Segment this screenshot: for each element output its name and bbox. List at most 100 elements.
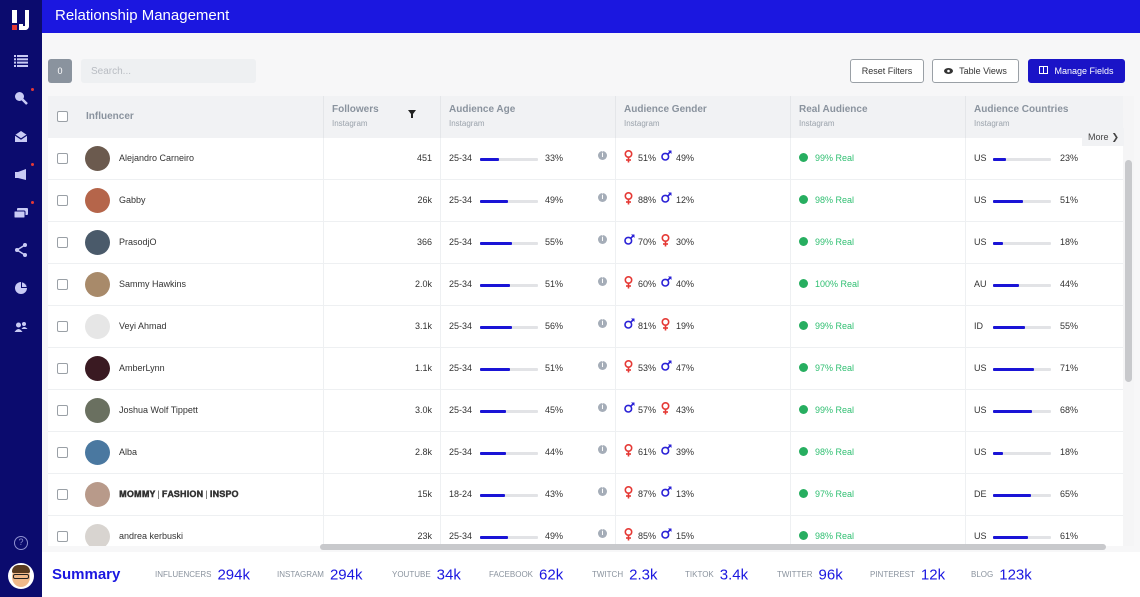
country-code: ID (974, 321, 983, 331)
column-header-real[interactable]: Real Audience Instagram (791, 96, 966, 138)
stat-value: 123k (999, 566, 1032, 584)
cards-icon[interactable] (11, 204, 31, 224)
row-checkbox[interactable] (57, 363, 68, 374)
info-icon[interactable]: i (598, 319, 607, 328)
info-icon[interactable]: i (598, 151, 607, 160)
country-code: US (974, 195, 987, 205)
influencer-avatar[interactable] (85, 146, 110, 171)
row-checkbox[interactable] (57, 153, 68, 164)
influencer-avatar[interactable] (85, 188, 110, 213)
more-columns-button[interactable]: More ❯ (1082, 128, 1124, 146)
row-checkbox[interactable] (57, 237, 68, 248)
megaphone-icon[interactable] (11, 166, 31, 186)
search-nav-icon[interactable] (11, 90, 31, 110)
influencer-name[interactable]: Alejandro Carneiro (119, 153, 194, 163)
horizontal-scrollbar[interactable] (320, 544, 1106, 550)
table-row[interactable]: Joshua Wolf Tippett 3.0k 25-34 45% i 57% 43% 99… (48, 390, 1124, 432)
row-checkbox[interactable] (57, 531, 68, 542)
table-row[interactable]: Alba 2.8k 25-34 44% i 61% 39% 98% Real US 18% (48, 432, 1124, 474)
logo[interactable] (10, 8, 32, 32)
influencer-avatar[interactable] (85, 314, 110, 339)
help-icon[interactable]: ? (14, 536, 28, 550)
influencer-avatar[interactable] (85, 440, 110, 465)
influencer-name[interactable]: Alba (119, 447, 137, 457)
filter-icon[interactable] (408, 110, 416, 120)
column-header-influencer[interactable]: Influencer (78, 96, 324, 138)
country-code: DE (974, 489, 987, 499)
pie-chart-icon[interactable] (11, 280, 31, 300)
manage-fields-label: Manage Fields (1054, 66, 1114, 76)
vertical-scrollbar[interactable] (1125, 160, 1132, 382)
notification-dot (31, 201, 34, 204)
user-avatar[interactable] (8, 563, 34, 589)
table-row[interactable]: Alejandro Carneiro 451 25-34 33% i 51% 49% 99% … (48, 138, 1124, 180)
inbox-icon[interactable] (11, 128, 31, 148)
table-row[interactable]: Gabby 26k 25-34 49% i 88% 12% 98% Real US 51% (48, 180, 1124, 222)
real-audience-cell: 98% Real (791, 516, 966, 546)
influencer-avatar[interactable] (85, 230, 110, 255)
influencer-avatar[interactable] (85, 524, 110, 546)
influencer-name[interactable]: 𝐌𝐎𝐌𝐌𝐘 | 𝐅𝐀𝐒𝐇𝐈𝐎𝐍 | 𝐈𝐍𝐒𝐏𝐎 (119, 489, 239, 500)
influencer-cell: PrasodjO (78, 222, 324, 264)
info-icon[interactable]: i (598, 487, 607, 496)
country-percent: 61% (1060, 531, 1079, 541)
influencer-avatar[interactable] (85, 356, 110, 381)
countries-cell: US 61% (966, 516, 1124, 546)
search-input[interactable] (81, 59, 256, 83)
influencer-cell: 𝐌𝐎𝐌𝐌𝐘 | 𝐅𝐀𝐒𝐇𝐈𝐎𝐍 | 𝐈𝐍𝐒𝐏𝐎 (78, 474, 324, 516)
gender-percent: 51% (638, 153, 657, 163)
table-row[interactable]: 𝐌𝐎𝐌𝐌𝐘 | 𝐅𝐀𝐒𝐇𝐈𝐎𝐍 | 𝐈𝐍𝐒𝐏𝐎 15k 18-24 43% i 87% 13… (48, 474, 1124, 516)
info-icon[interactable]: i (598, 445, 607, 454)
reset-filters-button[interactable]: Reset Filters (850, 59, 924, 83)
table-row[interactable]: Veyi Ahmad 3.1k 25-34 56% i 81% 19% 99% Real ID 5… (48, 306, 1124, 348)
table-row[interactable]: Sammy Hawkins 2.0k 25-34 51% i 60% 40% 100% Rea… (48, 264, 1124, 306)
table-views-button[interactable]: Table Views (932, 59, 1019, 83)
age-percent: 43% (545, 489, 564, 499)
influencer-name[interactable]: Veyi Ahmad (119, 321, 167, 331)
table-row[interactable]: PrasodjO 366 25-34 55% i 70% 30% 99% Real US 18% (48, 222, 1124, 264)
influencer-name[interactable]: PrasodjO (119, 237, 157, 247)
manage-fields-button[interactable]: Manage Fields (1028, 59, 1125, 83)
table-row[interactable]: andrea kerbuski 23k 25-34 49% i 85% 15% 98% Rea… (48, 516, 1124, 546)
reset-filters-label: Reset Filters (861, 66, 913, 76)
followers-value: 1.1k (414, 363, 432, 373)
gender-percent: 40% (676, 279, 695, 289)
influencer-name[interactable]: andrea kerbuski (119, 531, 183, 541)
list-icon[interactable] (11, 52, 31, 72)
table-row[interactable]: AmberLynn 1.1k 25-34 51% i 53% 47% 97% Real US 71… (48, 348, 1124, 390)
row-checkbox[interactable] (57, 489, 68, 500)
age-cell: 25-34 55% i (441, 222, 616, 264)
share-icon[interactable] (11, 242, 31, 262)
row-checkbox[interactable] (57, 195, 68, 206)
influencer-avatar[interactable] (85, 482, 110, 507)
column-header-age[interactable]: Audience Age Instagram (441, 96, 616, 138)
info-icon[interactable]: i (598, 193, 607, 202)
female-icon (661, 233, 670, 250)
real-status-dot (799, 195, 808, 204)
users-icon[interactable] (11, 318, 31, 338)
row-checkbox[interactable] (57, 447, 68, 458)
gender-percent: 15% (676, 531, 695, 541)
info-icon[interactable]: i (598, 235, 607, 244)
influencer-name[interactable]: Joshua Wolf Tippett (119, 405, 198, 415)
country-code: US (974, 447, 987, 457)
info-icon[interactable]: i (598, 529, 607, 538)
influencer-avatar[interactable] (85, 272, 110, 297)
real-status-dot (799, 531, 808, 540)
info-icon[interactable]: i (598, 403, 607, 412)
age-bar-fill (480, 452, 506, 455)
row-checkbox[interactable] (57, 279, 68, 290)
row-checkbox[interactable] (57, 321, 68, 332)
summary-stat-blog: BLOG 123k (971, 566, 1032, 584)
row-checkbox[interactable] (57, 405, 68, 416)
influencer-name[interactable]: AmberLynn (119, 363, 165, 373)
column-header-gender[interactable]: Audience Gender Instagram (616, 96, 791, 138)
real-status-dot (799, 363, 808, 372)
influencer-name[interactable]: Sammy Hawkins (119, 279, 186, 289)
info-icon[interactable]: i (598, 361, 607, 370)
info-icon[interactable]: i (598, 277, 607, 286)
column-header-followers[interactable]: Followers Instagram (324, 96, 441, 138)
influencer-name[interactable]: Gabby (119, 195, 146, 205)
select-all-checkbox[interactable] (57, 111, 68, 122)
influencer-avatar[interactable] (85, 398, 110, 423)
